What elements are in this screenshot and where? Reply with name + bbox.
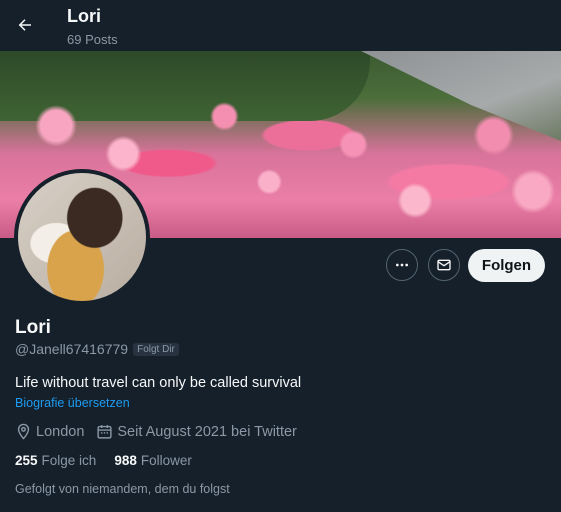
- follows-you-badge: Folgt Dir: [133, 342, 179, 356]
- envelope-icon: [437, 259, 451, 271]
- back-button[interactable]: [9, 9, 41, 41]
- avatar[interactable]: [14, 169, 150, 305]
- joined-text: Seit August 2021 bei Twitter: [117, 423, 297, 440]
- translate-bio-link[interactable]: Biografie übersetzen: [15, 396, 130, 410]
- handle-row: @Janell67416779 Folgt Dir: [15, 341, 179, 357]
- followers-count: 988: [114, 453, 137, 468]
- posts-count: 69 Posts: [67, 32, 118, 47]
- more-button[interactable]: [386, 249, 418, 281]
- top-bar: Lori 69 Posts: [0, 0, 561, 51]
- header-title: Lori: [67, 6, 101, 26]
- message-button[interactable]: [428, 249, 460, 281]
- following-link[interactable]: 255 Folge ich: [15, 453, 96, 468]
- following-label: Folge ich: [41, 453, 97, 468]
- arrow-left-icon: [18, 19, 31, 31]
- following-count: 255: [15, 453, 38, 468]
- joined-item: Seit August 2021 bei Twitter: [96, 423, 297, 440]
- follow-stats: 255 Folge ich 988 Follower: [15, 453, 210, 468]
- location-text: London: [36, 423, 85, 440]
- profile-handle: @Janell67416779: [15, 341, 129, 357]
- follow-button[interactable]: Folgen: [468, 249, 545, 282]
- profile-meta: London Seit August 2021 bei Twitter: [15, 423, 309, 440]
- map-pin-icon: [17, 423, 30, 440]
- calendar-icon: [97, 425, 112, 439]
- followers-link[interactable]: 988 Follower: [114, 453, 192, 468]
- profile-bio: Life without travel can only be called s…: [15, 375, 302, 391]
- followers-label: Follower: [140, 453, 192, 468]
- more-dots-icon: [396, 263, 408, 267]
- profile-page: Lori 69 Posts Folgen Lori @Janell6741677…: [0, 0, 561, 512]
- followed-by-text: Gefolgt von niemandem, dem du folgst: [15, 482, 230, 496]
- location-item: London: [15, 423, 84, 440]
- profile-name: Lori: [15, 317, 51, 338]
